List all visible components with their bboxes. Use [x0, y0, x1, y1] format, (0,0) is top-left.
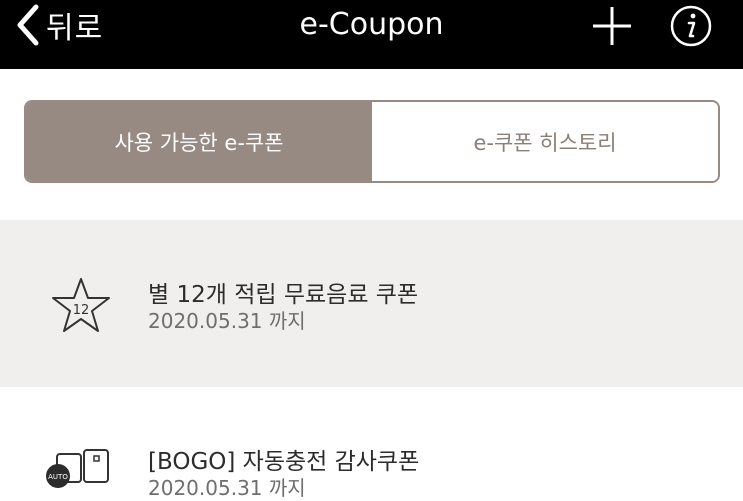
back-button[interactable]: 뒤로	[14, 0, 103, 50]
tab-available-coupons[interactable]: 사용 가능한 e-쿠폰	[26, 102, 372, 181]
coupon-expiry: 2020.05.31 까지	[148, 309, 306, 333]
coupon-expiry: 2020.05.31 까지	[148, 476, 306, 500]
coupon-title: [BOGO] 자동충전 감사쿠폰	[148, 449, 420, 475]
back-label: 뒤로	[46, 11, 104, 46]
tab-history-label: e-쿠폰 히스토리	[473, 130, 617, 155]
auto-card-icon: AUTO	[46, 449, 109, 488]
auto-badge-text: AUTO	[48, 473, 68, 481]
tab-available-label: 사용 가능한 e-쿠폰	[114, 130, 284, 155]
page-title: e-Coupon	[299, 7, 444, 42]
info-icon[interactable]	[669, 4, 713, 48]
star-12-icon: 12	[52, 278, 110, 332]
top-app-bar: 뒤로 e-Coupon	[0, 0, 743, 69]
chevron-left-icon	[17, 4, 39, 46]
coupon-title: 별 12개 적립 무료음료 쿠폰	[148, 282, 419, 308]
coupon-tabs: 사용 가능한 e-쿠폰 e-쿠폰 히스토리	[24, 100, 720, 183]
plus-icon[interactable]	[590, 4, 634, 48]
tab-coupon-history[interactable]: e-쿠폰 히스토리	[372, 102, 718, 181]
star-icon-text: 12	[73, 303, 90, 318]
